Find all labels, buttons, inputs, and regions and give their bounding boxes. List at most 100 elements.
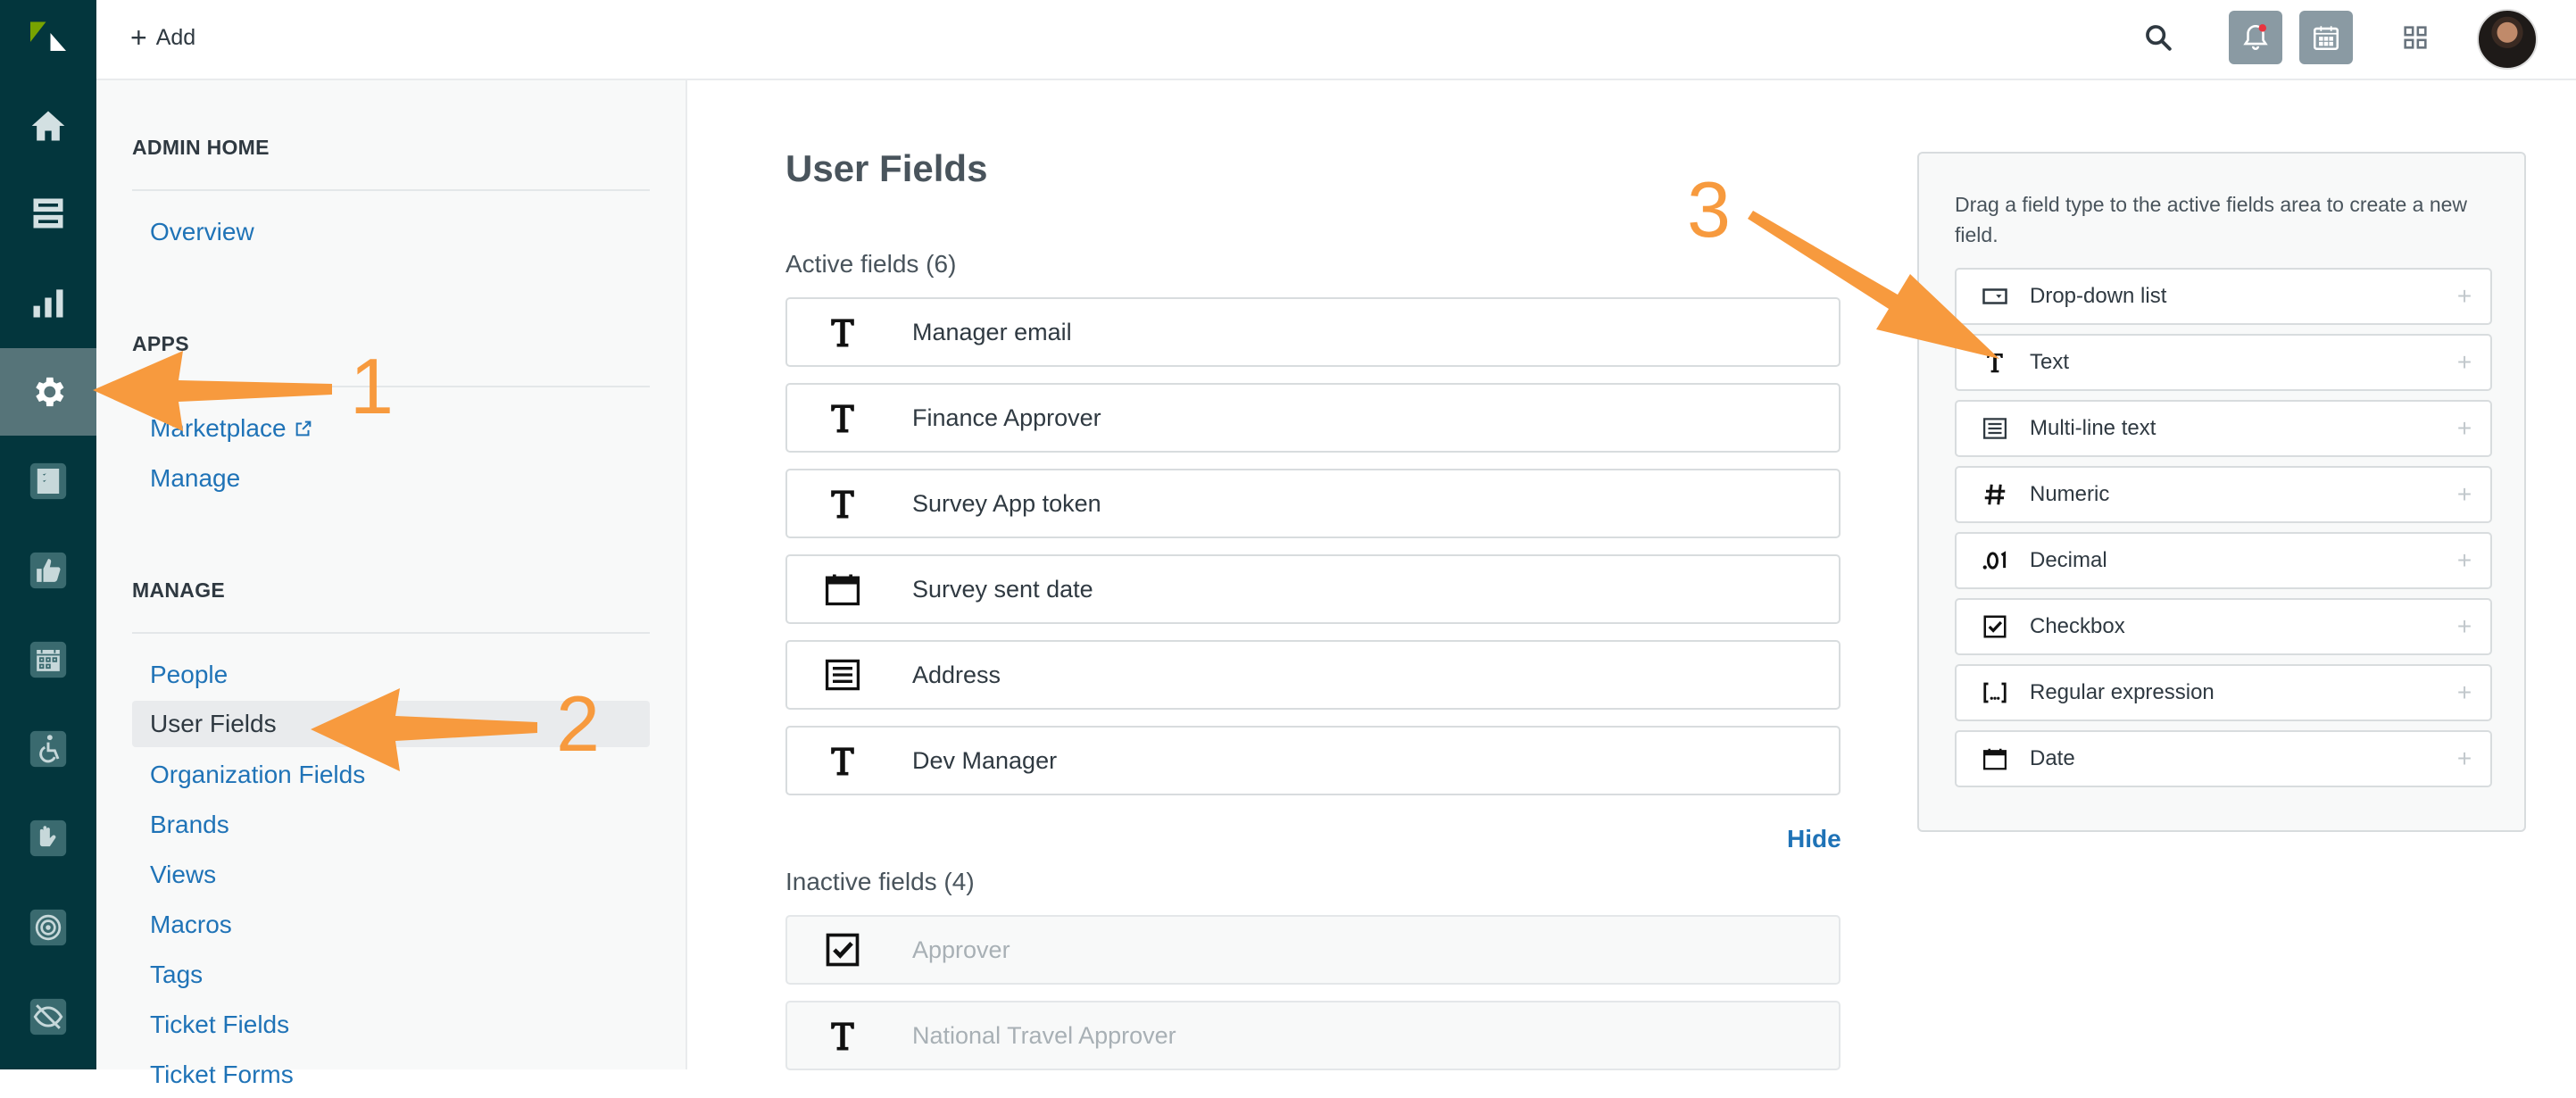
field-type-label: Drop-down list xyxy=(2030,284,2167,308)
calendar-icon[interactable] xyxy=(2299,11,2353,64)
add-plus-icon[interactable]: + xyxy=(2455,546,2474,575)
checkbox-icon xyxy=(1980,611,2010,642)
add-plus-icon[interactable]: + xyxy=(2455,744,2474,773)
active-fields-heading: Active fields (6) xyxy=(785,250,957,278)
nav-link-brands[interactable]: Brands xyxy=(132,802,650,848)
app-target-icon[interactable] xyxy=(0,884,96,971)
field-type-label: Checkbox xyxy=(2030,614,2125,638)
app-checklist-icon[interactable] xyxy=(0,437,96,525)
field-type-checkbox[interactable]: Checkbox + xyxy=(1955,598,2492,655)
nav-heading-manage: MANAGE xyxy=(132,578,226,602)
admin-sidebar: ADMIN HOME Overview APPS Marketplace Man… xyxy=(96,80,687,1088)
active-field-row[interactable]: Survey App token xyxy=(785,469,1841,538)
text-field-icon xyxy=(823,310,894,354)
field-label: Dev Manager xyxy=(912,746,1058,774)
hide-inactive-link[interactable]: Hide xyxy=(1787,825,1841,853)
avatar[interactable] xyxy=(2477,9,2538,70)
marketplace-label: Marketplace xyxy=(150,414,287,442)
add-plus-icon[interactable]: + xyxy=(2455,414,2474,443)
hash-icon xyxy=(1980,479,2010,510)
nav-link-views[interactable]: Views xyxy=(132,852,650,898)
views-icon[interactable] xyxy=(0,170,96,257)
field-type-regex[interactable]: Regular expression + xyxy=(1955,664,2492,721)
nav-link-ticket-forms[interactable]: Ticket Forms xyxy=(132,1052,650,1098)
product-rail xyxy=(0,0,96,1069)
field-type-multiline[interactable]: Multi-line text + xyxy=(1955,400,2492,457)
annotation-number-1: 1 xyxy=(350,342,394,430)
add-plus-icon[interactable]: + xyxy=(2455,678,2474,707)
search-icon[interactable] xyxy=(2131,11,2185,64)
field-label: Address xyxy=(912,661,1001,688)
text-field-icon xyxy=(823,395,894,440)
app-hand-icon[interactable] xyxy=(0,794,96,882)
nav-link-macros[interactable]: Macros xyxy=(132,902,650,948)
field-label: Manager email xyxy=(912,318,1072,345)
field-label: Survey sent date xyxy=(912,575,1093,603)
reporting-icon[interactable] xyxy=(0,259,96,346)
nav-link-overview[interactable]: Overview xyxy=(132,209,650,255)
divider xyxy=(132,632,650,634)
add-plus-icon[interactable]: + xyxy=(2455,480,2474,509)
apps-grid-icon[interactable] xyxy=(2389,11,2442,64)
field-label: Finance Approver xyxy=(912,403,1101,431)
notification-bell-icon[interactable] xyxy=(2229,11,2282,64)
zendesk-logo[interactable] xyxy=(0,0,96,75)
page-title: User Fields xyxy=(785,147,988,189)
inactive-fields-heading: Inactive fields (4) xyxy=(785,868,975,895)
date-icon xyxy=(1980,744,2010,774)
app-accessibility-icon[interactable] xyxy=(0,705,96,793)
field-type-text[interactable]: Text + xyxy=(1955,334,2492,391)
text-field-icon xyxy=(823,738,894,783)
active-field-row[interactable]: Survey sent date xyxy=(785,554,1841,624)
dropdown-list-icon xyxy=(1980,281,2010,312)
field-type-decimal[interactable]: Decimal + xyxy=(1955,532,2492,589)
text-field-icon xyxy=(823,1013,894,1058)
inactive-field-row[interactable]: National Travel Approver xyxy=(785,1001,1841,1070)
field-type-date[interactable]: Date + xyxy=(1955,730,2492,787)
active-field-row[interactable]: Dev Manager xyxy=(785,726,1841,795)
field-label: Survey App token xyxy=(912,489,1101,517)
add-button[interactable]: + Add xyxy=(130,20,195,55)
add-plus-icon[interactable]: + xyxy=(2455,348,2474,377)
inactive-field-row[interactable]: Approver xyxy=(785,915,1841,985)
field-type-label: Date xyxy=(2030,746,2075,770)
text-field-icon xyxy=(823,481,894,526)
palette-help-text: Drag a field type to the active fields a… xyxy=(1955,193,2468,246)
app-calendar-icon[interactable] xyxy=(0,616,96,703)
field-type-label: Regular expression xyxy=(2030,680,2215,704)
home-icon[interactable] xyxy=(0,82,96,170)
field-label: National Travel Approver xyxy=(912,1021,1176,1049)
annotation-number-3: 3 xyxy=(1687,165,1731,254)
field-type-numeric[interactable]: Numeric + xyxy=(1955,466,2492,523)
add-plus-icon[interactable]: + xyxy=(2455,612,2474,641)
field-label: Approver xyxy=(912,936,1010,963)
nav-heading-admin-home: ADMIN HOME xyxy=(132,136,270,159)
external-link-icon xyxy=(295,420,311,437)
nav-link-ticket-fields[interactable]: Ticket Fields xyxy=(132,1002,650,1048)
multiline-field-icon xyxy=(823,653,894,697)
nav-link-tags[interactable]: Tags xyxy=(132,952,650,998)
field-type-label: Numeric xyxy=(2030,482,2110,506)
text-icon xyxy=(1980,347,2010,378)
app-eye-off-icon[interactable] xyxy=(0,973,96,1061)
add-plus-icon[interactable]: + xyxy=(2455,282,2474,311)
field-type-label: Multi-line text xyxy=(2030,416,2156,440)
plus-icon: + xyxy=(130,21,147,54)
active-field-row[interactable]: Address xyxy=(785,640,1841,710)
nav-heading-apps: APPS xyxy=(132,332,189,355)
app-thumbs-up-icon[interactable] xyxy=(0,527,96,614)
field-type-label: Decimal xyxy=(2030,548,2107,572)
divider xyxy=(132,189,650,191)
annotation-number-2: 2 xyxy=(556,679,600,768)
regex-icon xyxy=(1980,678,2010,708)
add-button-label: Add xyxy=(155,24,196,50)
nav-link-manage-apps[interactable]: Manage xyxy=(132,455,650,502)
date-field-icon xyxy=(823,567,894,611)
multiline-icon xyxy=(1980,413,2010,444)
active-field-row[interactable]: Finance Approver xyxy=(785,383,1841,453)
admin-gear-icon[interactable] xyxy=(0,348,96,436)
field-type-dropdown[interactable]: Drop-down list + xyxy=(1955,268,2492,325)
checkbox-field-icon xyxy=(823,927,894,972)
active-field-row[interactable]: Manager email xyxy=(785,297,1841,367)
decimal-icon xyxy=(1980,545,2010,576)
